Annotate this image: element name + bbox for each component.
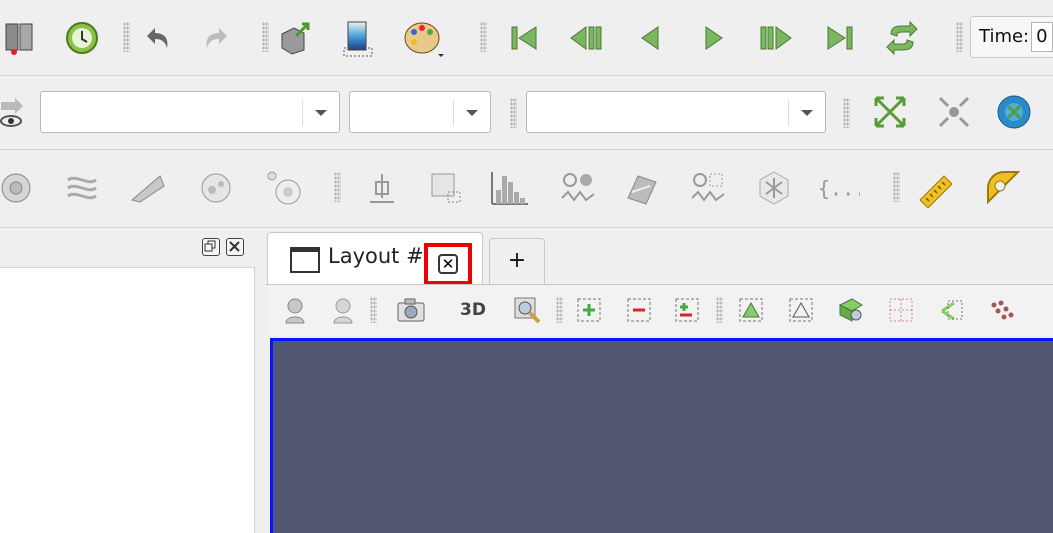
close-tab-button[interactable]: ✕	[424, 243, 472, 285]
calculator-filter-icon[interactable]	[0, 166, 38, 210]
hover-cells-icon[interactable]	[984, 293, 1018, 327]
time-label: Time:	[979, 26, 1030, 47]
color-array-combo[interactable]	[349, 91, 491, 133]
toolbar-separator	[956, 22, 963, 52]
clip-filter-icon[interactable]	[126, 166, 170, 210]
redo-icon[interactable]	[195, 16, 239, 60]
reset-camera-icon[interactable]	[272, 16, 316, 60]
warp-filter-icon[interactable]	[620, 166, 664, 210]
histogram-icon[interactable]	[488, 166, 532, 210]
group-datasets-icon[interactable]	[752, 166, 796, 210]
toolbar-separator	[370, 297, 377, 323]
toolbar-separator	[262, 22, 269, 52]
select-block-icon[interactable]	[670, 293, 704, 327]
previous-frame-icon[interactable]	[564, 16, 608, 60]
toggle-visibility-icon[interactable]	[0, 90, 32, 134]
undo-icon[interactable]	[135, 16, 179, 60]
toolbar-separator	[556, 297, 563, 323]
protractor-icon[interactable]	[980, 166, 1024, 210]
reset-session-icon[interactable]	[60, 16, 104, 60]
connect-server-icon[interactable]	[0, 16, 44, 60]
zoom-closest-icon[interactable]	[932, 90, 976, 134]
python-calculator-icon[interactable]: {...}	[816, 166, 860, 210]
add-layout-tab-button[interactable]: +	[489, 238, 545, 284]
toolbar-separator	[123, 22, 130, 52]
three-d-toggle[interactable]: 3D	[456, 293, 490, 327]
time-field: Time: 0	[970, 16, 1053, 58]
reset-camera-view-icon[interactable]	[278, 293, 312, 327]
panel-title-bar	[0, 228, 255, 268]
interact-view-icon[interactable]	[326, 293, 360, 327]
orientation-axes-icon[interactable]	[992, 90, 1036, 134]
color-component-combo[interactable]	[526, 91, 826, 133]
loop-icon[interactable]	[880, 16, 924, 60]
select-polygon-icon[interactable]	[834, 293, 868, 327]
interactive-select-icon[interactable]	[884, 293, 918, 327]
toolbar-separator	[716, 297, 723, 323]
representation-combo[interactable]	[40, 91, 340, 133]
toolbar-separator	[843, 98, 850, 128]
tab-layout-1[interactable]: Layout #1 ✕	[267, 232, 483, 285]
tab-label: Layout #1	[328, 244, 438, 268]
select-cells-on-icon[interactable]	[622, 293, 656, 327]
chevron-down-icon	[466, 110, 478, 116]
ruler-icon[interactable]	[914, 166, 958, 210]
float-panel-icon[interactable]	[202, 238, 220, 256]
hover-points-icon[interactable]	[934, 293, 968, 327]
plot-over-time-icon[interactable]	[556, 166, 600, 210]
chevron-down-icon	[315, 110, 327, 116]
threshold-filter-icon[interactable]	[262, 166, 306, 210]
filters-toolbar: {...}	[0, 150, 1053, 228]
chevron-down-icon	[801, 110, 813, 116]
render-view[interactable]	[270, 338, 1053, 533]
first-frame-icon[interactable]	[502, 16, 546, 60]
plot-selection-icon[interactable]	[686, 166, 730, 210]
last-frame-icon[interactable]	[818, 16, 862, 60]
view-toolbar: 3D	[266, 284, 1053, 336]
representation-toolbar	[0, 76, 1053, 150]
toolbar-separator	[334, 172, 341, 202]
select-points-on-icon[interactable]	[572, 293, 606, 327]
glyph-filter-icon[interactable]	[424, 166, 468, 210]
capture-screenshot-icon[interactable]	[394, 293, 428, 327]
toolbar-separator	[480, 22, 487, 52]
select-points-through-icon[interactable]	[734, 293, 768, 327]
close-icon: ✕	[438, 254, 458, 274]
zoom-to-box-icon[interactable]	[510, 293, 544, 327]
play-icon[interactable]	[692, 16, 736, 60]
next-frame-icon[interactable]	[754, 16, 798, 60]
window-icon	[290, 247, 320, 273]
layout-tab-bar: Layout #1 ✕ +	[265, 228, 1053, 285]
contour-filter-icon[interactable]	[60, 166, 104, 210]
color-legend-icon[interactable]	[336, 16, 380, 60]
close-panel-icon[interactable]	[226, 238, 244, 256]
color-palette-icon[interactable]	[402, 16, 446, 60]
slice-filter-icon[interactable]	[194, 166, 238, 210]
toolbar-separator	[510, 98, 517, 128]
main-toolbar: Time: 0	[0, 0, 1053, 76]
pipeline-browser-panel	[0, 228, 255, 533]
extract-subset-icon[interactable]	[360, 166, 404, 210]
svg-text:{...}: {...}	[818, 176, 860, 200]
toolbar-separator	[893, 172, 900, 202]
play-backward-icon[interactable]	[628, 16, 672, 60]
zoom-to-data-icon[interactable]	[868, 90, 912, 134]
select-cells-through-icon[interactable]	[784, 293, 818, 327]
time-input[interactable]: 0	[1031, 22, 1053, 52]
